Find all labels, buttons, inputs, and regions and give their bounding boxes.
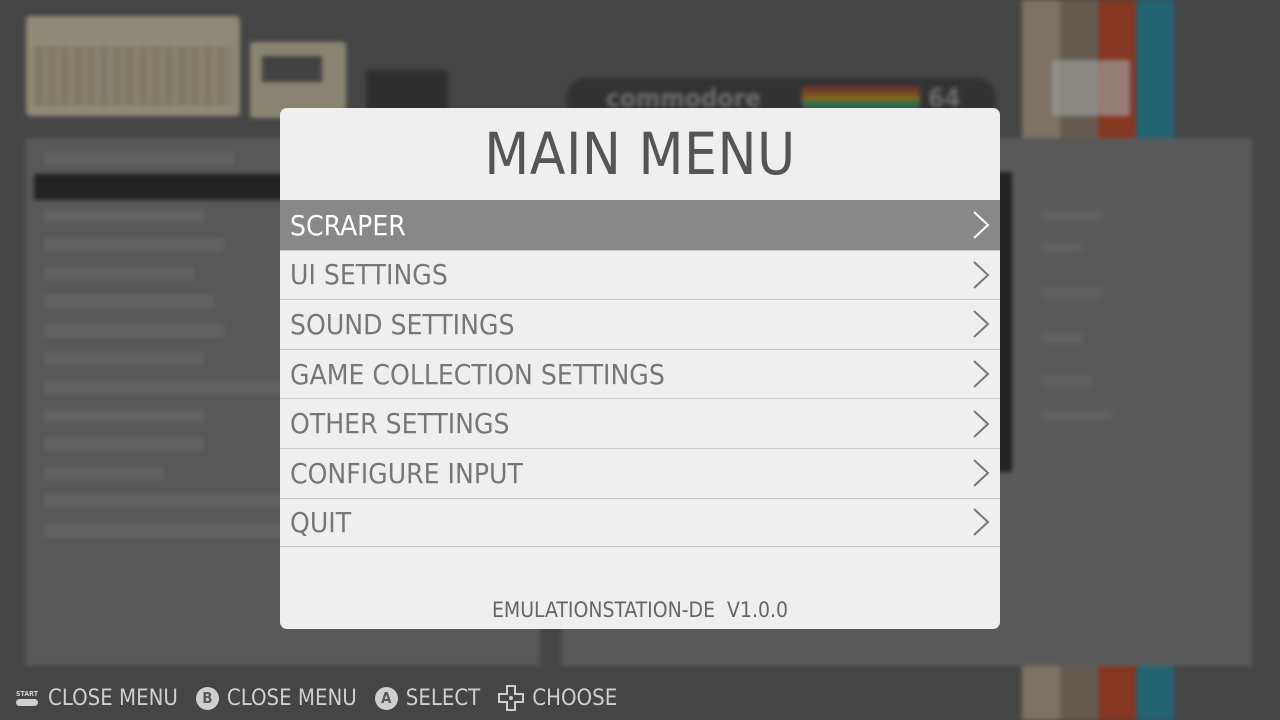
menu-list: SCRAPER UI SETTINGS SOUND SETTINGS GAME … — [280, 200, 1000, 548]
help-a: A SELECT — [374, 685, 481, 711]
chevron-right-icon — [973, 211, 990, 240]
menu-item-label: QUIT — [290, 505, 352, 539]
a-button-icon: A — [374, 686, 398, 710]
chevron-right-icon — [973, 310, 990, 339]
main-menu-dialog: MAIN MENU SCRAPER UI SETTINGS SOUND SETT… — [280, 108, 1000, 629]
menu-item-configure-input[interactable]: CONFIGURE INPUT — [280, 447, 1000, 498]
menu-item-label: UI SETTINGS — [290, 258, 448, 292]
dpad-icon — [498, 685, 525, 711]
help-dpad: CHOOSE — [498, 685, 617, 711]
menu-item-sound-settings[interactable]: SOUND SETTINGS — [280, 299, 1000, 349]
menu-item-game-collection-settings[interactable]: GAME COLLECTION SETTINGS — [280, 348, 1000, 399]
menu-title: MAIN MENU — [484, 120, 796, 188]
chevron-right-icon — [973, 360, 990, 388]
help-bar: START CLOSE MENU B CLOSE MENU A SELECT C… — [14, 684, 635, 712]
help-label: CHOOSE — [532, 685, 618, 711]
menu-item-other-settings[interactable]: OTHER SETTINGS — [280, 398, 1000, 448]
start-button-icon: START — [14, 690, 40, 706]
menu-item-label: SCRAPER — [290, 208, 406, 242]
version-text: EMULATIONSTATION-DE V1.0.0 — [491, 598, 789, 622]
help-label: CLOSE MENU — [48, 685, 178, 711]
chevron-right-icon — [973, 508, 990, 537]
chevron-right-icon — [973, 261, 990, 289]
menu-item-label: SOUND SETTINGS — [290, 307, 515, 341]
start-button-caption: START — [16, 690, 38, 698]
menu-item-quit[interactable]: QUIT — [280, 497, 1000, 548]
b-button-icon: B — [195, 686, 219, 710]
chevron-right-icon — [973, 409, 990, 438]
help-label: CLOSE MENU — [226, 685, 357, 711]
menu-item-label: CONFIGURE INPUT — [290, 456, 523, 490]
chevron-right-icon — [973, 459, 990, 487]
menu-item-label: OTHER SETTINGS — [290, 407, 510, 441]
help-b: B CLOSE MENU — [195, 685, 357, 711]
menu-item-label: GAME COLLECTION SETTINGS — [290, 357, 665, 391]
menu-item-scraper[interactable]: SCRAPER — [280, 200, 1000, 250]
help-start: START CLOSE MENU — [14, 686, 178, 711]
menu-item-ui-settings[interactable]: UI SETTINGS — [280, 249, 1000, 300]
help-label: SELECT — [405, 685, 481, 711]
